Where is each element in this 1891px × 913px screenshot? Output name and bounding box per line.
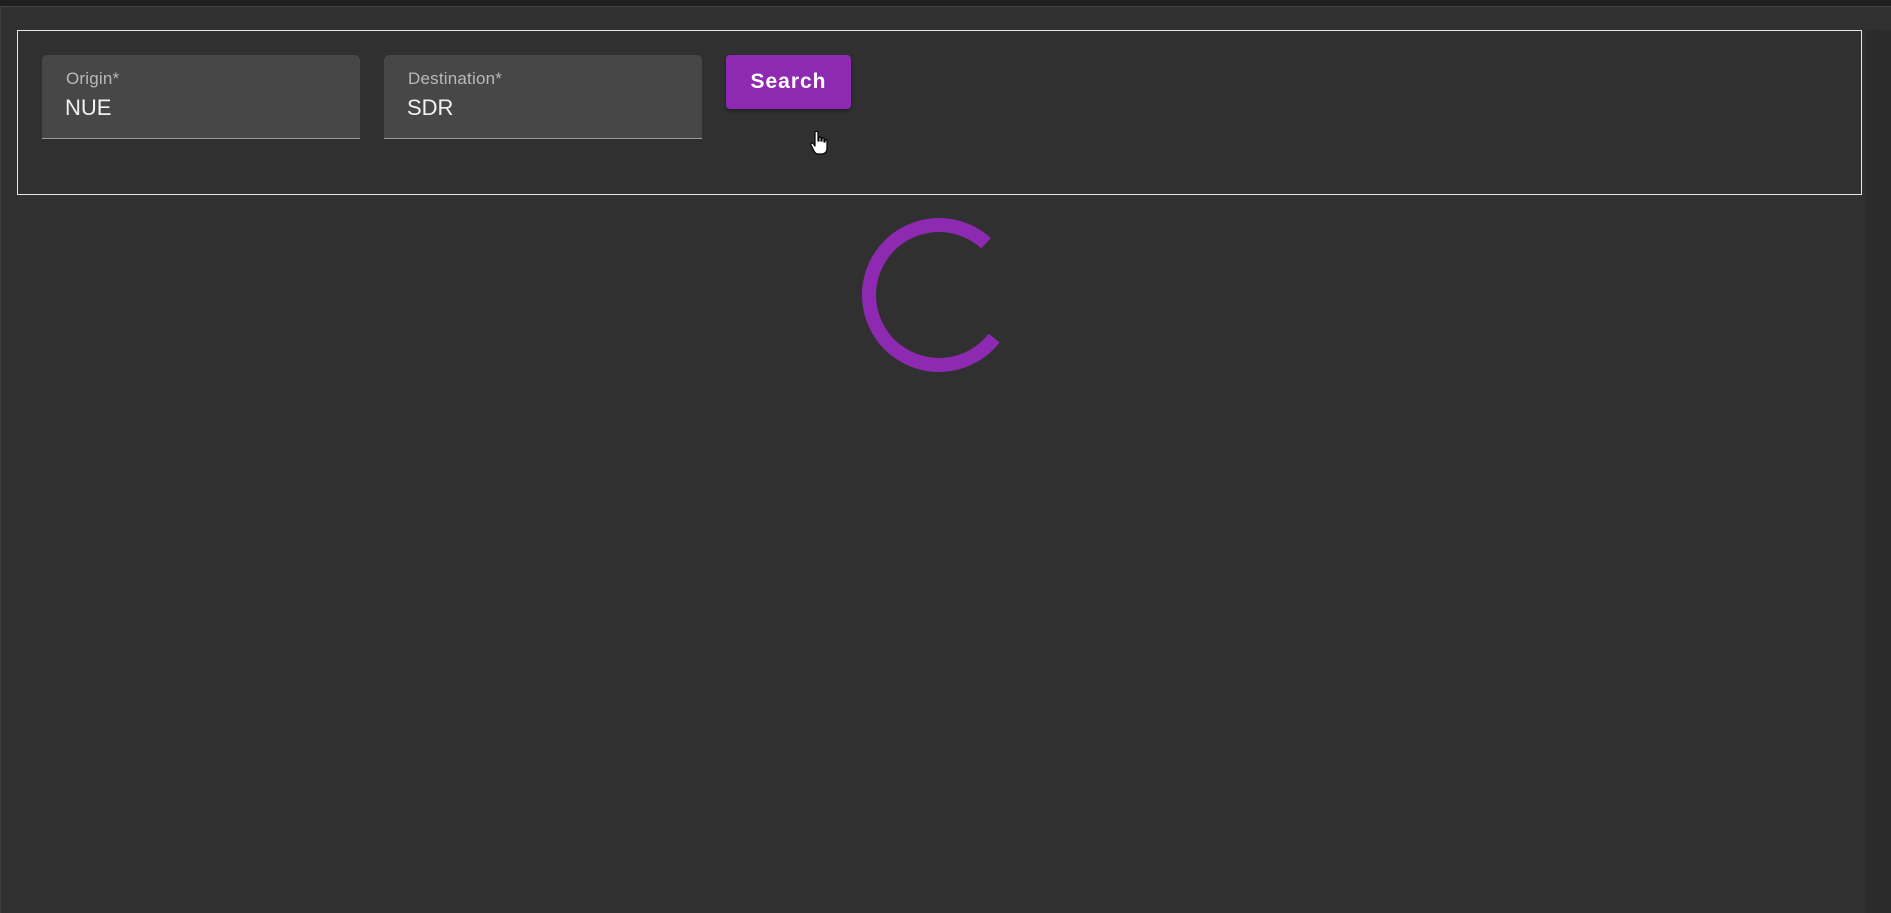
search-button[interactable]: Search (726, 55, 851, 109)
scrollbar[interactable] (1866, 30, 1891, 913)
scrollbar-thumb[interactable] (1873, 30, 1881, 913)
destination-field[interactable]: Destination* (384, 55, 702, 139)
loading-spinner (862, 218, 1016, 372)
left-border (0, 6, 1, 913)
loading-spinner-arc (862, 218, 1016, 372)
destination-input[interactable] (407, 95, 677, 121)
origin-field[interactable]: Origin* (42, 55, 360, 139)
hand-pointer-icon (810, 131, 828, 155)
search-panel: Origin* Destination* Search (17, 30, 1862, 195)
origin-label: Origin* (66, 69, 120, 88)
top-border (0, 0, 1891, 7)
destination-label: Destination* (408, 69, 503, 88)
origin-input[interactable] (65, 95, 335, 121)
